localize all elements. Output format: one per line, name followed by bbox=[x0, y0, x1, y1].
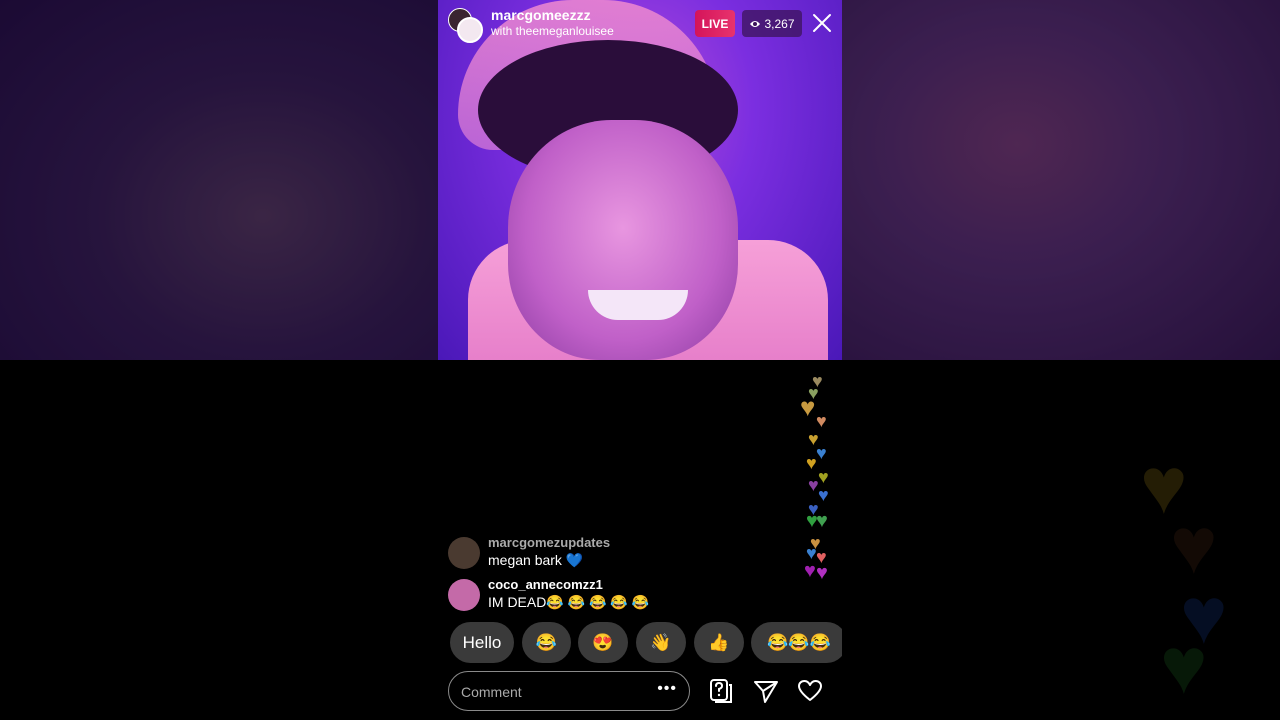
viewer-count-badge[interactable]: 3,267 bbox=[742, 10, 802, 37]
background-dim-left bbox=[0, 0, 438, 360]
commenter-avatar[interactable] bbox=[448, 579, 480, 611]
host-username[interactable]: marcgomeezzz bbox=[491, 7, 591, 23]
quick-reply-thumbs-up[interactable]: 👍 bbox=[694, 622, 744, 663]
heart-icon[interactable] bbox=[797, 678, 823, 704]
comment-input[interactable] bbox=[459, 680, 653, 704]
question-box-icon[interactable] bbox=[708, 678, 734, 704]
paper-plane-icon[interactable] bbox=[753, 678, 779, 704]
commenter-username[interactable]: coco_annecomzz1 bbox=[488, 577, 603, 592]
video-smile-shape bbox=[588, 290, 688, 320]
comment-box: ••• bbox=[448, 671, 690, 711]
quick-reply-wave[interactable]: 👋 bbox=[636, 622, 686, 663]
live-badge: LIVE bbox=[695, 10, 735, 37]
quick-reply-bar: Hello 😂 😍 👋 👍 😂😂😂 bbox=[448, 622, 842, 663]
quick-reply-hello[interactable]: Hello bbox=[450, 622, 514, 663]
comment-item[interactable]: marcgomezupdates megan bark 💙 bbox=[448, 535, 838, 569]
close-icon[interactable] bbox=[810, 11, 834, 35]
quick-reply-laugh[interactable]: 😂 bbox=[522, 622, 571, 663]
background-dim-right bbox=[842, 0, 1280, 360]
more-options-icon[interactable]: ••• bbox=[657, 680, 677, 698]
host-avatars[interactable] bbox=[448, 8, 484, 43]
eye-icon bbox=[750, 20, 761, 27]
guest-avatar bbox=[457, 17, 483, 43]
video-face-shape bbox=[508, 120, 738, 360]
comment-item[interactable]: coco_annecomzz1 IM DEAD😂 😂 😂 😂 😂 bbox=[448, 577, 838, 611]
viewer-count: 3,267 bbox=[764, 16, 795, 31]
commenter-avatar[interactable] bbox=[448, 537, 480, 569]
quick-reply-triple-laugh[interactable]: 😂😂😂 bbox=[751, 622, 842, 663]
commenter-username[interactable]: marcgomezupdates bbox=[488, 535, 610, 550]
guest-line[interactable]: with theemeganlouisee bbox=[491, 24, 614, 38]
live-video-feed[interactable] bbox=[438, 0, 842, 360]
comment-text: megan bark 💙 bbox=[488, 552, 584, 568]
blurred-hearts-background: ♥ ♥ ♥ ♥ bbox=[1140, 441, 1228, 710]
quick-reply-heart-eyes[interactable]: 😍 bbox=[578, 622, 628, 663]
comment-text: IM DEAD😂 😂 😂 😂 😂 bbox=[488, 594, 650, 610]
